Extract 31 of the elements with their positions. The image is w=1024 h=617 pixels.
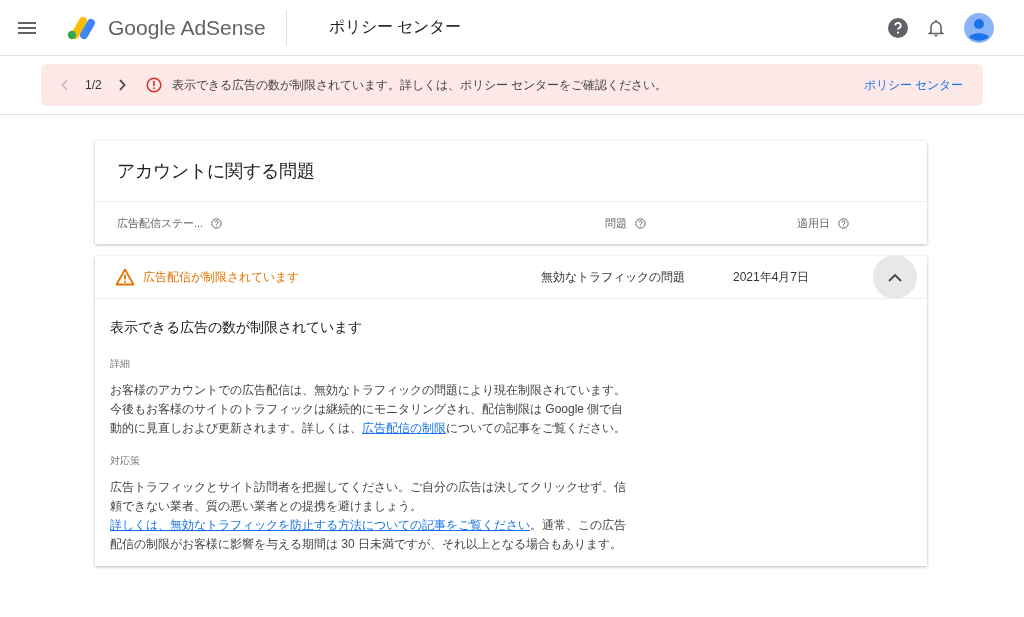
logo-icon bbox=[66, 14, 96, 41]
page-title: ポリシー センター bbox=[328, 17, 462, 37]
section-label: 詳細 bbox=[110, 357, 131, 371]
policy-center-link[interactable]: ポリシー センター bbox=[863, 76, 963, 94]
error-icon bbox=[145, 77, 162, 93]
help-icon[interactable] bbox=[211, 217, 223, 229]
warning-icon bbox=[115, 268, 135, 286]
notification-bell-icon[interactable] bbox=[928, 18, 944, 37]
section-paragraph: お客様のアカウントでの広告配信は、無効なトラフィックの問題により現在制限されています。今後もお客様のサイトのトラフィックは継続的にモニタリングされ、配信制限は Google 側で自動的に見直しおよび更新されます。詳しくは、広告配信の制限についての記事をご覧ください。 bbox=[110, 382, 627, 437]
alert-message: 表示できる広告の数が制限されています。詳しくは、ポリシー センターをご確認ください。 bbox=[171, 76, 668, 94]
column-header: 広告配信ステー... bbox=[117, 215, 204, 231]
menu-icon[interactable] bbox=[18, 21, 36, 34]
article-link[interactable]: 広告配信の制限 bbox=[362, 421, 446, 435]
article-link[interactable]: 詳しくは、無効なトラフィックを防止する方法についての記事をご覧ください bbox=[110, 518, 530, 532]
pager-count: 1/2 bbox=[85, 78, 102, 92]
brand-name: Google AdSense bbox=[108, 15, 266, 40]
column-header: 問題 bbox=[605, 215, 627, 231]
status-text: 広告配信が制限されています bbox=[143, 268, 299, 286]
section-paragraph: 広告トラフィックとサイト訪問者を把握してください。ご自分の広告は決してクリックせず、信頼できない業者、質の悪い業者との提携を避けましょう。 詳しくは、無効なトラフィックを防止する方法についての記事をご覧ください。通常、この広告配信の制限がお客様に影響を与える期間は 30 日未満ですが、それ以上となる場合もあります。 bbox=[110, 479, 627, 553]
avatar-icon[interactable] bbox=[964, 12, 994, 43]
help-icon[interactable] bbox=[635, 217, 646, 229]
help-icon[interactable] bbox=[888, 17, 908, 38]
card-title: アカウントに関する問題 bbox=[95, 141, 927, 202]
help-icon[interactable] bbox=[838, 217, 849, 229]
problem-text: 無効なトラフィックの問題 bbox=[541, 268, 685, 286]
issue-heading: 表示できる広告の数が制限されています bbox=[110, 319, 363, 337]
date-text: 2021年4月7日 bbox=[733, 268, 810, 286]
column-header: 適用日 bbox=[797, 215, 830, 231]
section-label: 対応策 bbox=[110, 454, 141, 468]
chevron-up-icon bbox=[888, 272, 902, 282]
next-icon[interactable] bbox=[117, 79, 126, 91]
